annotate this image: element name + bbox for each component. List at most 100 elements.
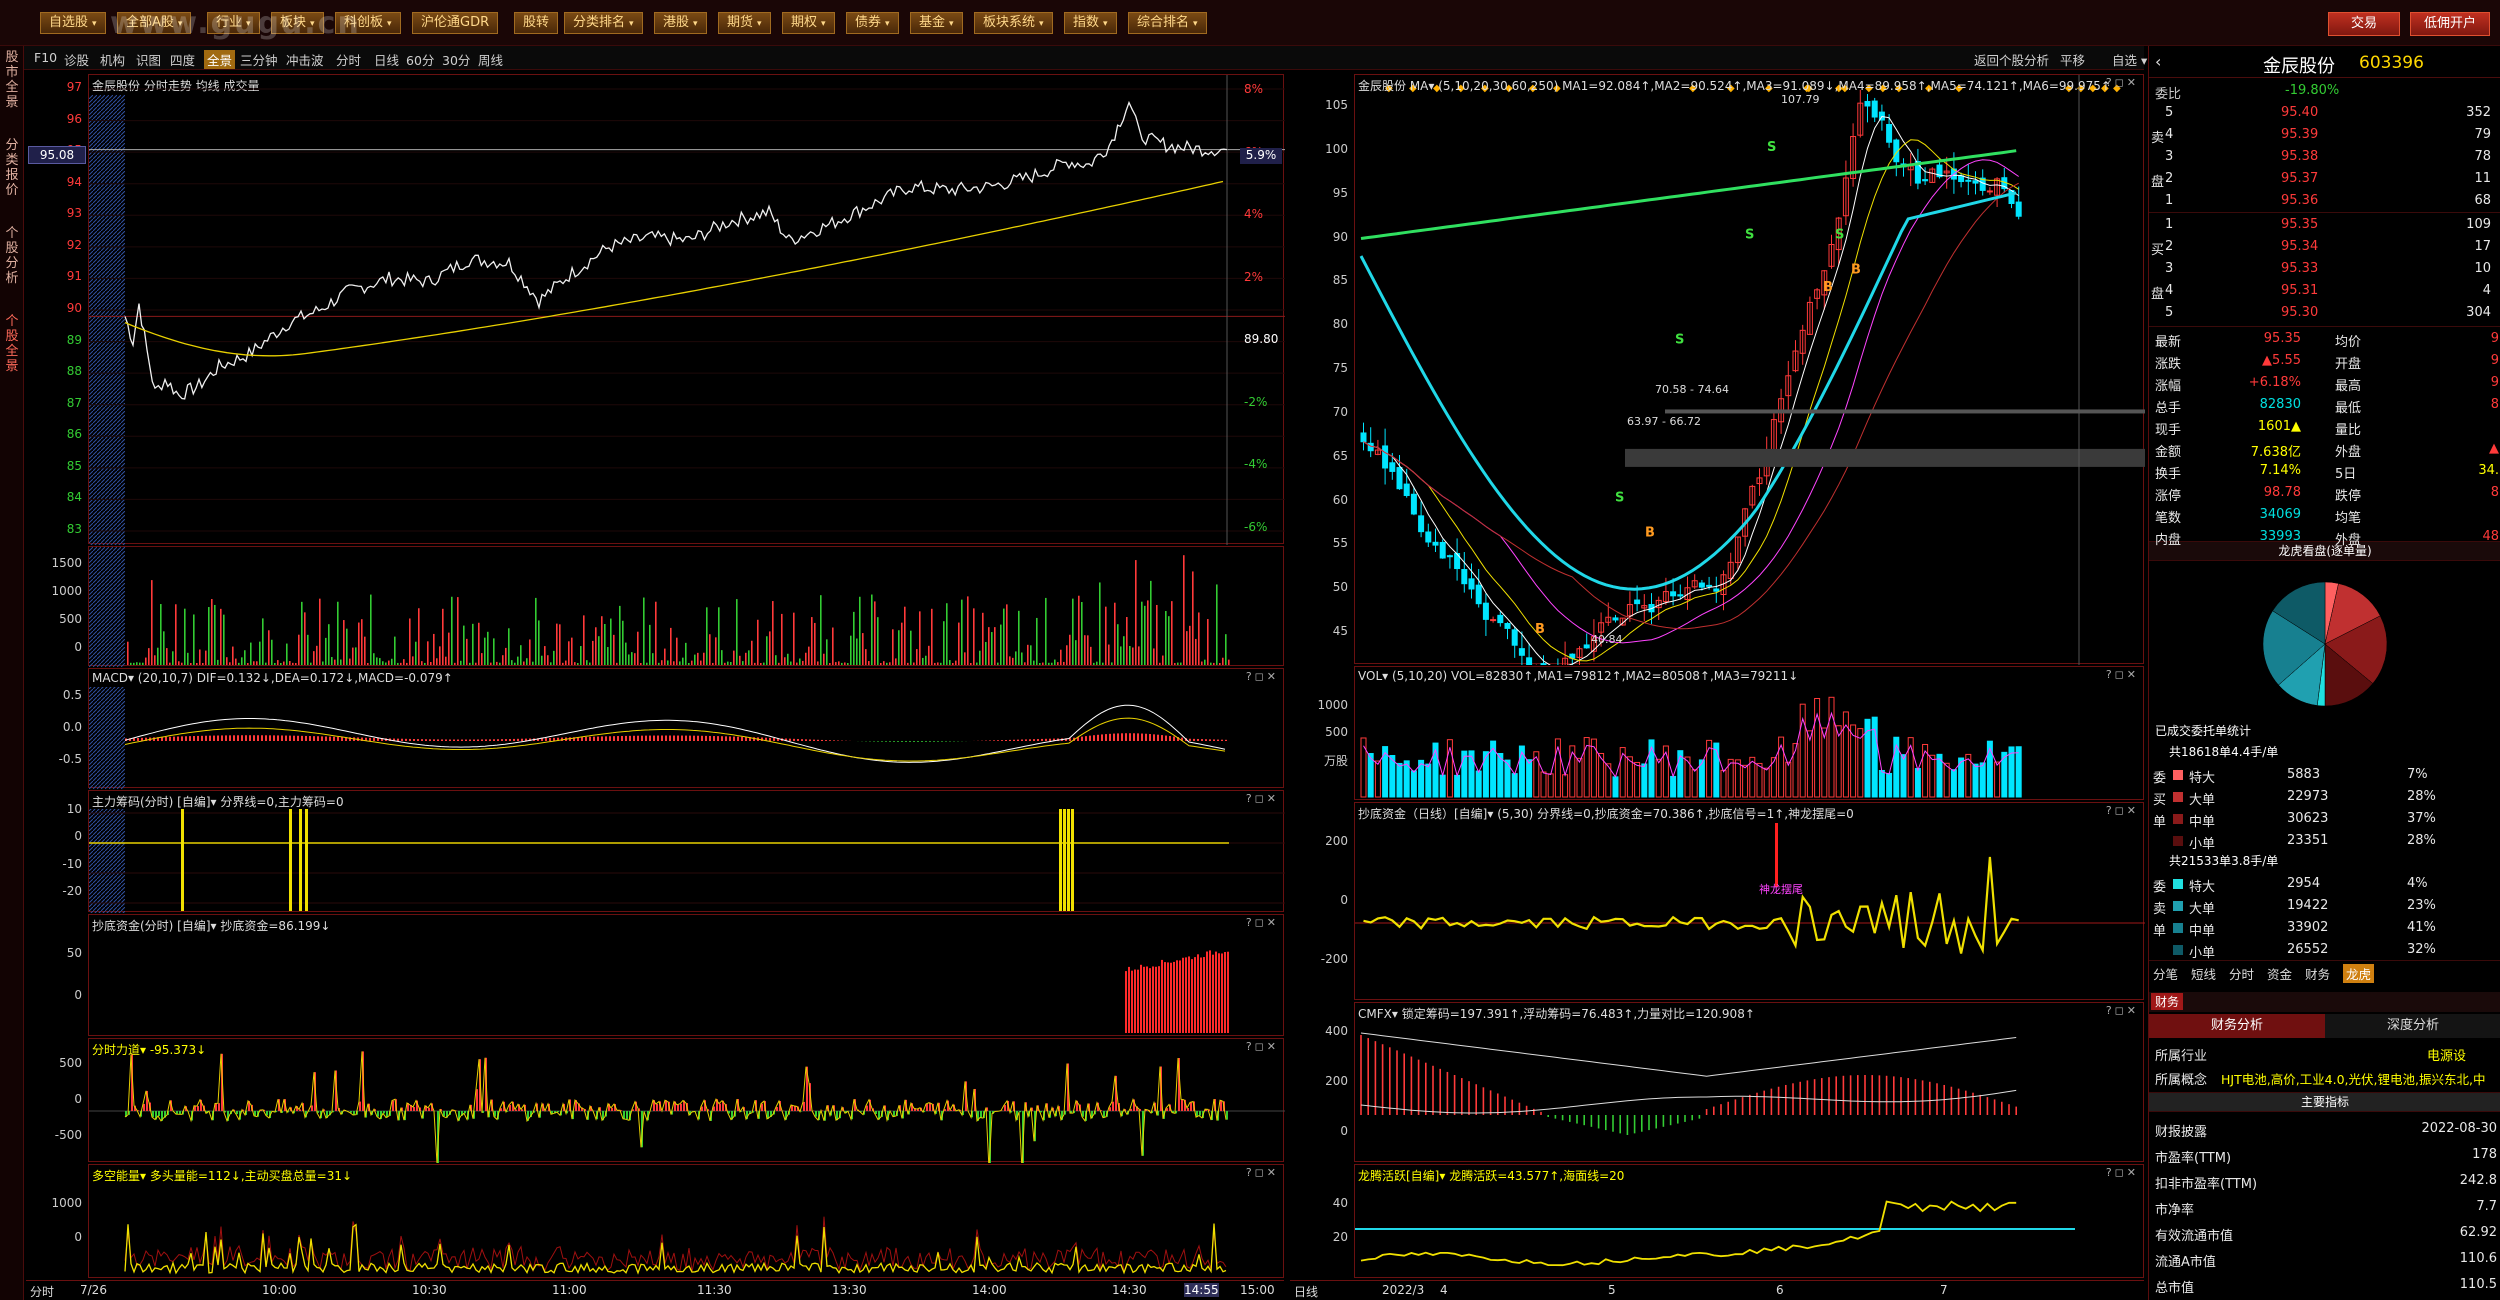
axis-tick-label: 万股 [1323, 754, 1348, 768]
subtab-12[interactable]: 周线 [478, 50, 503, 69]
intraday-chart [89, 75, 1285, 545]
menu-15[interactable]: 综合排名 ▾ [1128, 12, 1207, 34]
volume-bar [517, 656, 519, 665]
menu-8[interactable]: 港股 ▾ [654, 12, 707, 34]
menu-6[interactable]: 股转 [514, 12, 559, 34]
menu-12[interactable]: 基金 ▾ [910, 12, 963, 34]
axis-tick-label: 92 [66, 237, 82, 252]
quote-tab-3[interactable]: 资金 [2267, 964, 2292, 983]
volume-bar [1410, 770, 1417, 798]
panel-controls[interactable]: ?◻✕ [2106, 668, 2139, 681]
daily-longteng-title: 龙腾活跃[自编]▾ 龙腾活跃=43.577↑,海面线=20 [1358, 1169, 1625, 1183]
subtab-0[interactable]: F10 [34, 50, 57, 65]
back-icon[interactable]: ‹ [2155, 52, 2161, 71]
ask-row: 5 95.40 352 [2165, 105, 2491, 120]
volume-bar [1177, 662, 1179, 665]
panel-controls[interactable]: ?◻✕ [1246, 670, 1279, 683]
subtab-8[interactable]: 分时 [336, 50, 361, 69]
panel-controls[interactable]: ?◻✕ [1246, 1040, 1279, 1053]
macd-bar [377, 738, 379, 741]
sidebar-tab-stock-analysis[interactable]: 个股分析 [2, 226, 22, 286]
volume-bar [1972, 763, 1979, 798]
subtab-5[interactable]: 全景 [204, 50, 236, 69]
menu-5[interactable]: 沪伦通GDR [412, 12, 499, 34]
quote-tab-5[interactable]: 龙虎 [2343, 964, 2375, 983]
volume-bar [565, 660, 567, 665]
macd-bar [293, 735, 295, 741]
subbar-right-2[interactable]: 自选 ▾ [2112, 50, 2147, 69]
subtab-3[interactable]: 识图 [136, 50, 161, 69]
macd-bar [1153, 734, 1155, 741]
volume-bar [1857, 728, 1864, 798]
menu-10[interactable]: 期权 ▾ [782, 12, 835, 34]
axis-tick-label: 70 [1332, 404, 1348, 419]
volume-bar [1081, 602, 1083, 665]
panel-controls[interactable]: ?◻✕ [2106, 1004, 2139, 1017]
sidebar-tab-category-quotes[interactable]: 分类报价 [2, 138, 22, 198]
intraday-period-selector[interactable]: 分时 [30, 1283, 54, 1300]
volume-bar [1742, 764, 1749, 798]
subtab-10[interactable]: 60分 [406, 50, 434, 69]
volume-bar [1147, 600, 1149, 665]
trade-button[interactable]: 交易 [2328, 12, 2400, 36]
quote-tab-1[interactable]: 短线 [2191, 964, 2216, 983]
sidebar-tab-market-overview[interactable]: 股市全景 [2, 50, 22, 110]
panel-controls[interactable]: ?◻✕ [2106, 76, 2139, 89]
menu-13[interactable]: 板块系统 ▾ [974, 12, 1053, 34]
menu-9[interactable]: 期货 ▾ [718, 12, 771, 34]
subtab-9[interactable]: 日线 [374, 50, 399, 69]
quote-tab-0[interactable]: 分笔 [2153, 964, 2178, 983]
macd-bar [241, 735, 243, 741]
zhuli-spike [181, 809, 184, 911]
panel-controls[interactable]: ?◻✕ [2106, 804, 2139, 817]
macd-bar [809, 739, 811, 741]
subtab-6[interactable]: 三分钟 [240, 50, 278, 69]
panel-controls[interactable]: ?◻✕ [1246, 1166, 1279, 1179]
menu-7[interactable]: 分类排名 ▾ [564, 12, 643, 34]
tab-finance-analysis[interactable]: 财务分析 [2149, 1014, 2325, 1038]
daily-volume-chart [1360, 696, 2022, 798]
daily-longteng-axis: 40 20 [1290, 1164, 1352, 1278]
subtab-2[interactable]: 机构 [100, 50, 125, 69]
macd-bar [877, 741, 879, 742]
daily-longteng-panel: 龙腾活跃[自编]▾ 龙腾活跃=43.577↑,海面线=20 ?◻✕ [1354, 1164, 2144, 1278]
subtab-1[interactable]: 诊股 [64, 50, 89, 69]
volume-bar [142, 662, 144, 665]
open-account-button[interactable]: 低佣开户 [2410, 12, 2490, 36]
subtab-11[interactable]: 30分 [442, 50, 470, 69]
sidebar-tab-stock-overview[interactable]: 个股全景 [2, 314, 22, 374]
menu-14[interactable]: 指数 ▾ [1064, 12, 1117, 34]
axis-tick-label: 50 [1332, 580, 1348, 595]
volume-bar [937, 662, 939, 665]
intraday-pct-axis: 8%6%4%2%89.80-2%-4%-6% [1240, 74, 1284, 544]
volume-bar [850, 635, 852, 665]
panel-controls[interactable]: ?◻✕ [1246, 792, 1279, 805]
macd-bar [729, 736, 731, 741]
quote-tab-4[interactable]: 财务 [2305, 964, 2330, 983]
lidao-bar [776, 1107, 778, 1111]
quote-tab-2[interactable]: 分时 [2229, 964, 2254, 983]
tab-deep-analysis[interactable]: 深度分析 [2325, 1014, 2500, 1038]
volume-bar [355, 647, 357, 665]
macd-bar [725, 736, 727, 741]
volume-bar [997, 662, 999, 665]
subbar-right-0[interactable]: 返回个股分析 [1974, 50, 2049, 69]
menu-0[interactable]: 自选股 ▾ [40, 12, 106, 34]
macd-bar [821, 739, 823, 741]
axis-tick-label: 45 [1332, 624, 1348, 638]
volume-bar [772, 601, 774, 665]
subtab-4[interactable]: 四度 [170, 50, 195, 69]
daily-period-selector[interactable]: 日线 [1294, 1283, 1318, 1300]
macd-bar [409, 738, 411, 741]
legend-swatch [2173, 901, 2183, 911]
subbar-right-1[interactable]: 平移 [2060, 50, 2085, 69]
menu-11[interactable]: 债券 ▾ [846, 12, 899, 34]
tab-finance[interactable]: 财务 [2151, 993, 2184, 1010]
panel-controls[interactable]: ?◻✕ [2106, 1166, 2139, 1179]
subtab-7[interactable]: 冲击波 [286, 50, 324, 69]
volume-bar [1012, 657, 1014, 665]
kline-candle [1958, 175, 1965, 183]
buy-signal: B [1851, 263, 1861, 278]
panel-controls[interactable]: ?◻✕ [1246, 916, 1279, 929]
volume-bar [1129, 645, 1131, 665]
